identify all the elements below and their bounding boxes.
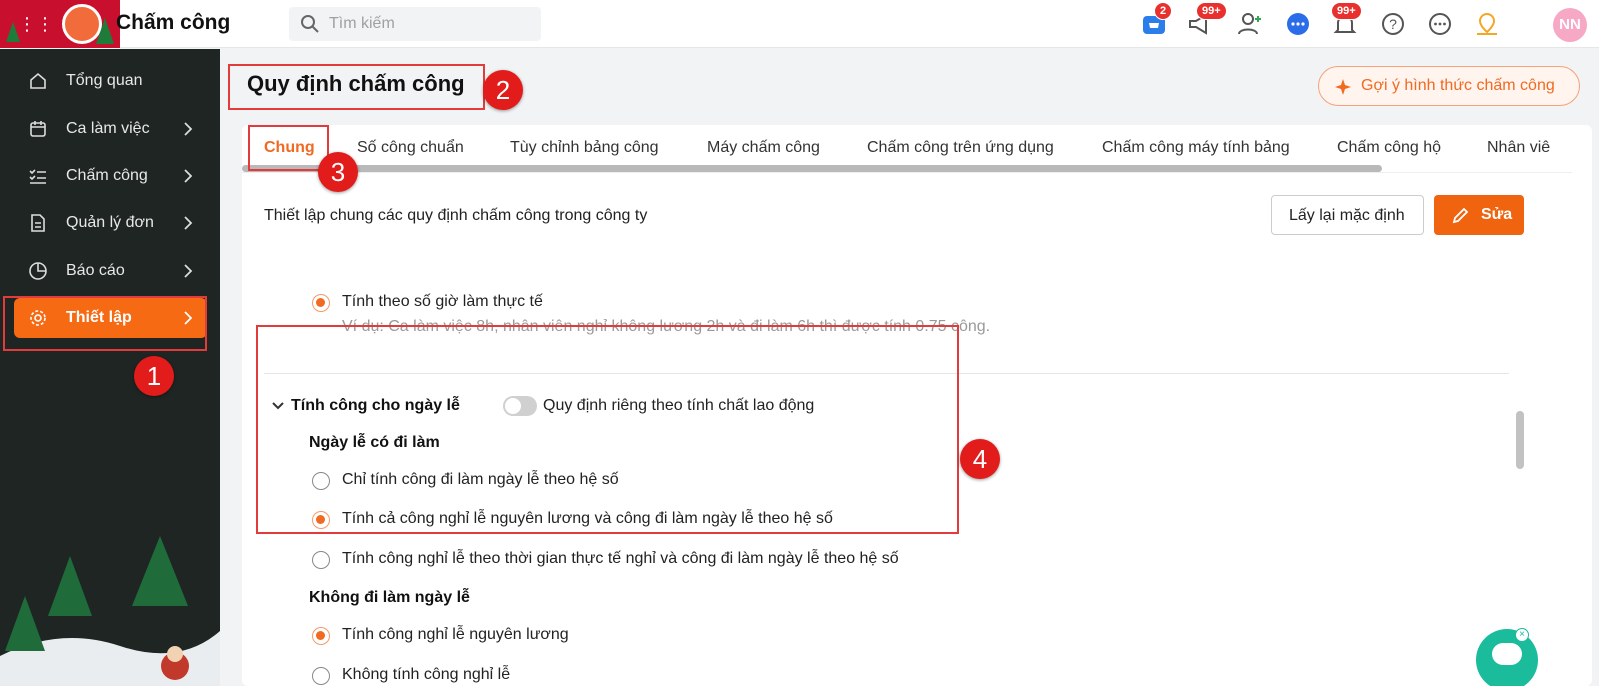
sidebar-item-label: Ca làm việc xyxy=(66,120,150,137)
annotation-marker-1: 1 xyxy=(134,356,174,396)
tab-app-timekeeping[interactable]: Chấm công trên ứng dụng xyxy=(867,139,1054,157)
holiday-option-label: Tính công nghỉ lễ theo thời gian thực tế… xyxy=(342,550,899,567)
edit-button-label: Sửa xyxy=(1481,206,1513,223)
location-button[interactable] xyxy=(1473,10,1501,38)
sidebar-item-label: Chấm công xyxy=(66,167,148,184)
home-icon xyxy=(30,72,46,89)
add-user-button[interactable] xyxy=(1236,10,1264,38)
holiday-option-label: Tính công nghỉ lễ nguyên lương xyxy=(342,626,569,643)
sidebar-item-reports[interactable]: Báo cáo xyxy=(14,251,207,291)
scrollbar-thumb[interactable] xyxy=(1516,411,1524,469)
chevron-right-icon xyxy=(184,216,193,230)
radio-holiday-actual-time-plus-work[interactable] xyxy=(312,551,330,569)
tab-time-clock[interactable]: Máy chấm công xyxy=(707,139,820,157)
holiday-not-working-heading: Không đi làm ngày lễ xyxy=(309,589,470,606)
map-pin-icon xyxy=(1477,12,1497,35)
annotation-marker-4: 4 xyxy=(960,439,1000,479)
sidebar-item-label: Quản lý đơn xyxy=(66,214,154,231)
sidebar-item-shifts[interactable]: Ca làm việc xyxy=(14,109,207,149)
chat-icon xyxy=(1287,13,1309,35)
promo-button[interactable]: 99+ xyxy=(1186,2,1227,38)
checklist-icon xyxy=(29,169,46,184)
tab-scrollbar[interactable] xyxy=(242,165,1382,172)
annotation-marker-3: 3 xyxy=(318,152,358,192)
christmas-decoration xyxy=(0,536,220,686)
sidebar-item-requests[interactable]: Quản lý đơn xyxy=(14,203,207,243)
tab-proxy-timekeeping[interactable]: Chấm công hộ xyxy=(1337,139,1441,157)
actual-hours-label: Tính theo số giờ làm thực tế xyxy=(342,293,543,310)
suggest-button-label: Gợi ý hình thức chấm công xyxy=(1361,77,1555,94)
edit-button[interactable]: Sửa xyxy=(1434,195,1524,235)
tab-bar: Chung Số công chuẩn Tùy chỉnh bảng công … xyxy=(242,125,1572,173)
sidebar-item-timekeeping[interactable]: Chấm công xyxy=(14,156,207,196)
help-icon: ? xyxy=(1382,13,1404,35)
shop-cart-button[interactable]: 2 xyxy=(1140,2,1173,38)
top-bar: ⋮⋮ Chấm công 2 99+ 99+ ? NN xyxy=(0,0,1599,48)
pencil-icon xyxy=(1452,207,1469,224)
chevron-right-icon xyxy=(184,122,193,136)
radio-holiday-no-pay[interactable] xyxy=(312,667,330,685)
holiday-option-label: Không tính công nghỉ lễ xyxy=(342,666,511,683)
christmas-tree-icon xyxy=(96,18,114,44)
tab-employees[interactable]: Nhân viê xyxy=(1487,139,1550,157)
highlight-box-tab xyxy=(248,125,329,171)
reset-default-button[interactable]: Lấy lại mặc định xyxy=(1271,195,1424,235)
search-box[interactable] xyxy=(289,7,541,41)
chatbot-button[interactable] xyxy=(1476,629,1538,686)
radio-holiday-full-pay[interactable] xyxy=(312,627,330,645)
user-avatar[interactable]: NN xyxy=(1553,8,1587,42)
sidebar-item-label: Tổng quan xyxy=(66,72,143,89)
suggest-timekeeping-button[interactable]: Gợi ý hình thức chấm công xyxy=(1318,66,1580,106)
annotation-marker-2: 2 xyxy=(483,70,523,110)
more-button[interactable] xyxy=(1426,10,1454,38)
chatbot-close-icon[interactable]: × xyxy=(1515,628,1529,642)
notification-badge: 99+ xyxy=(1331,2,1362,20)
app-title: Chấm công xyxy=(116,11,231,34)
add-user-icon xyxy=(1238,13,1261,35)
calendar-icon xyxy=(30,121,46,137)
chevron-right-icon xyxy=(184,169,193,183)
highlight-box-settings xyxy=(3,296,207,351)
search-input[interactable] xyxy=(329,13,529,35)
tab-tablet-timekeeping[interactable]: Chấm công máy tính bảng xyxy=(1102,139,1290,157)
tab-custom-timesheet[interactable]: Tùy chỉnh bảng công xyxy=(510,139,659,157)
search-icon xyxy=(301,15,319,33)
help-button[interactable]: ? xyxy=(1379,10,1407,38)
pie-chart-icon xyxy=(29,262,47,280)
chat-button[interactable] xyxy=(1284,10,1312,38)
promo-badge: 99+ xyxy=(1196,2,1227,20)
tab-standard-days[interactable]: Số công chuẩn xyxy=(357,139,464,157)
app-logo[interactable]: ⋮⋮ xyxy=(0,0,120,48)
svg-text:?: ? xyxy=(1389,16,1397,32)
sidebar: Tổng quan Ca làm việc Chấm công Quản lý … xyxy=(0,49,220,686)
cart-badge: 2 xyxy=(1154,2,1173,20)
highlight-box-holiday-section xyxy=(256,325,959,534)
sidebar-item-overview[interactable]: Tổng quan xyxy=(14,61,207,101)
sidebar-item-label: Báo cáo xyxy=(66,262,125,279)
content-scrollbar[interactable] xyxy=(1516,253,1524,683)
sparkle-icon xyxy=(1335,79,1351,95)
app-grid-icon[interactable]: ⋮⋮ xyxy=(18,14,54,35)
highlight-box-title xyxy=(228,64,485,110)
radio-actual-hours[interactable] xyxy=(312,294,330,312)
more-icon xyxy=(1429,13,1451,35)
reset-button-label: Lấy lại mặc định xyxy=(1289,207,1405,224)
document-icon xyxy=(31,214,45,232)
chevron-right-icon xyxy=(184,264,193,278)
notification-button[interactable]: 99+ xyxy=(1331,2,1362,38)
settings-description: Thiết lập chung các quy định chấm công t… xyxy=(264,207,648,224)
